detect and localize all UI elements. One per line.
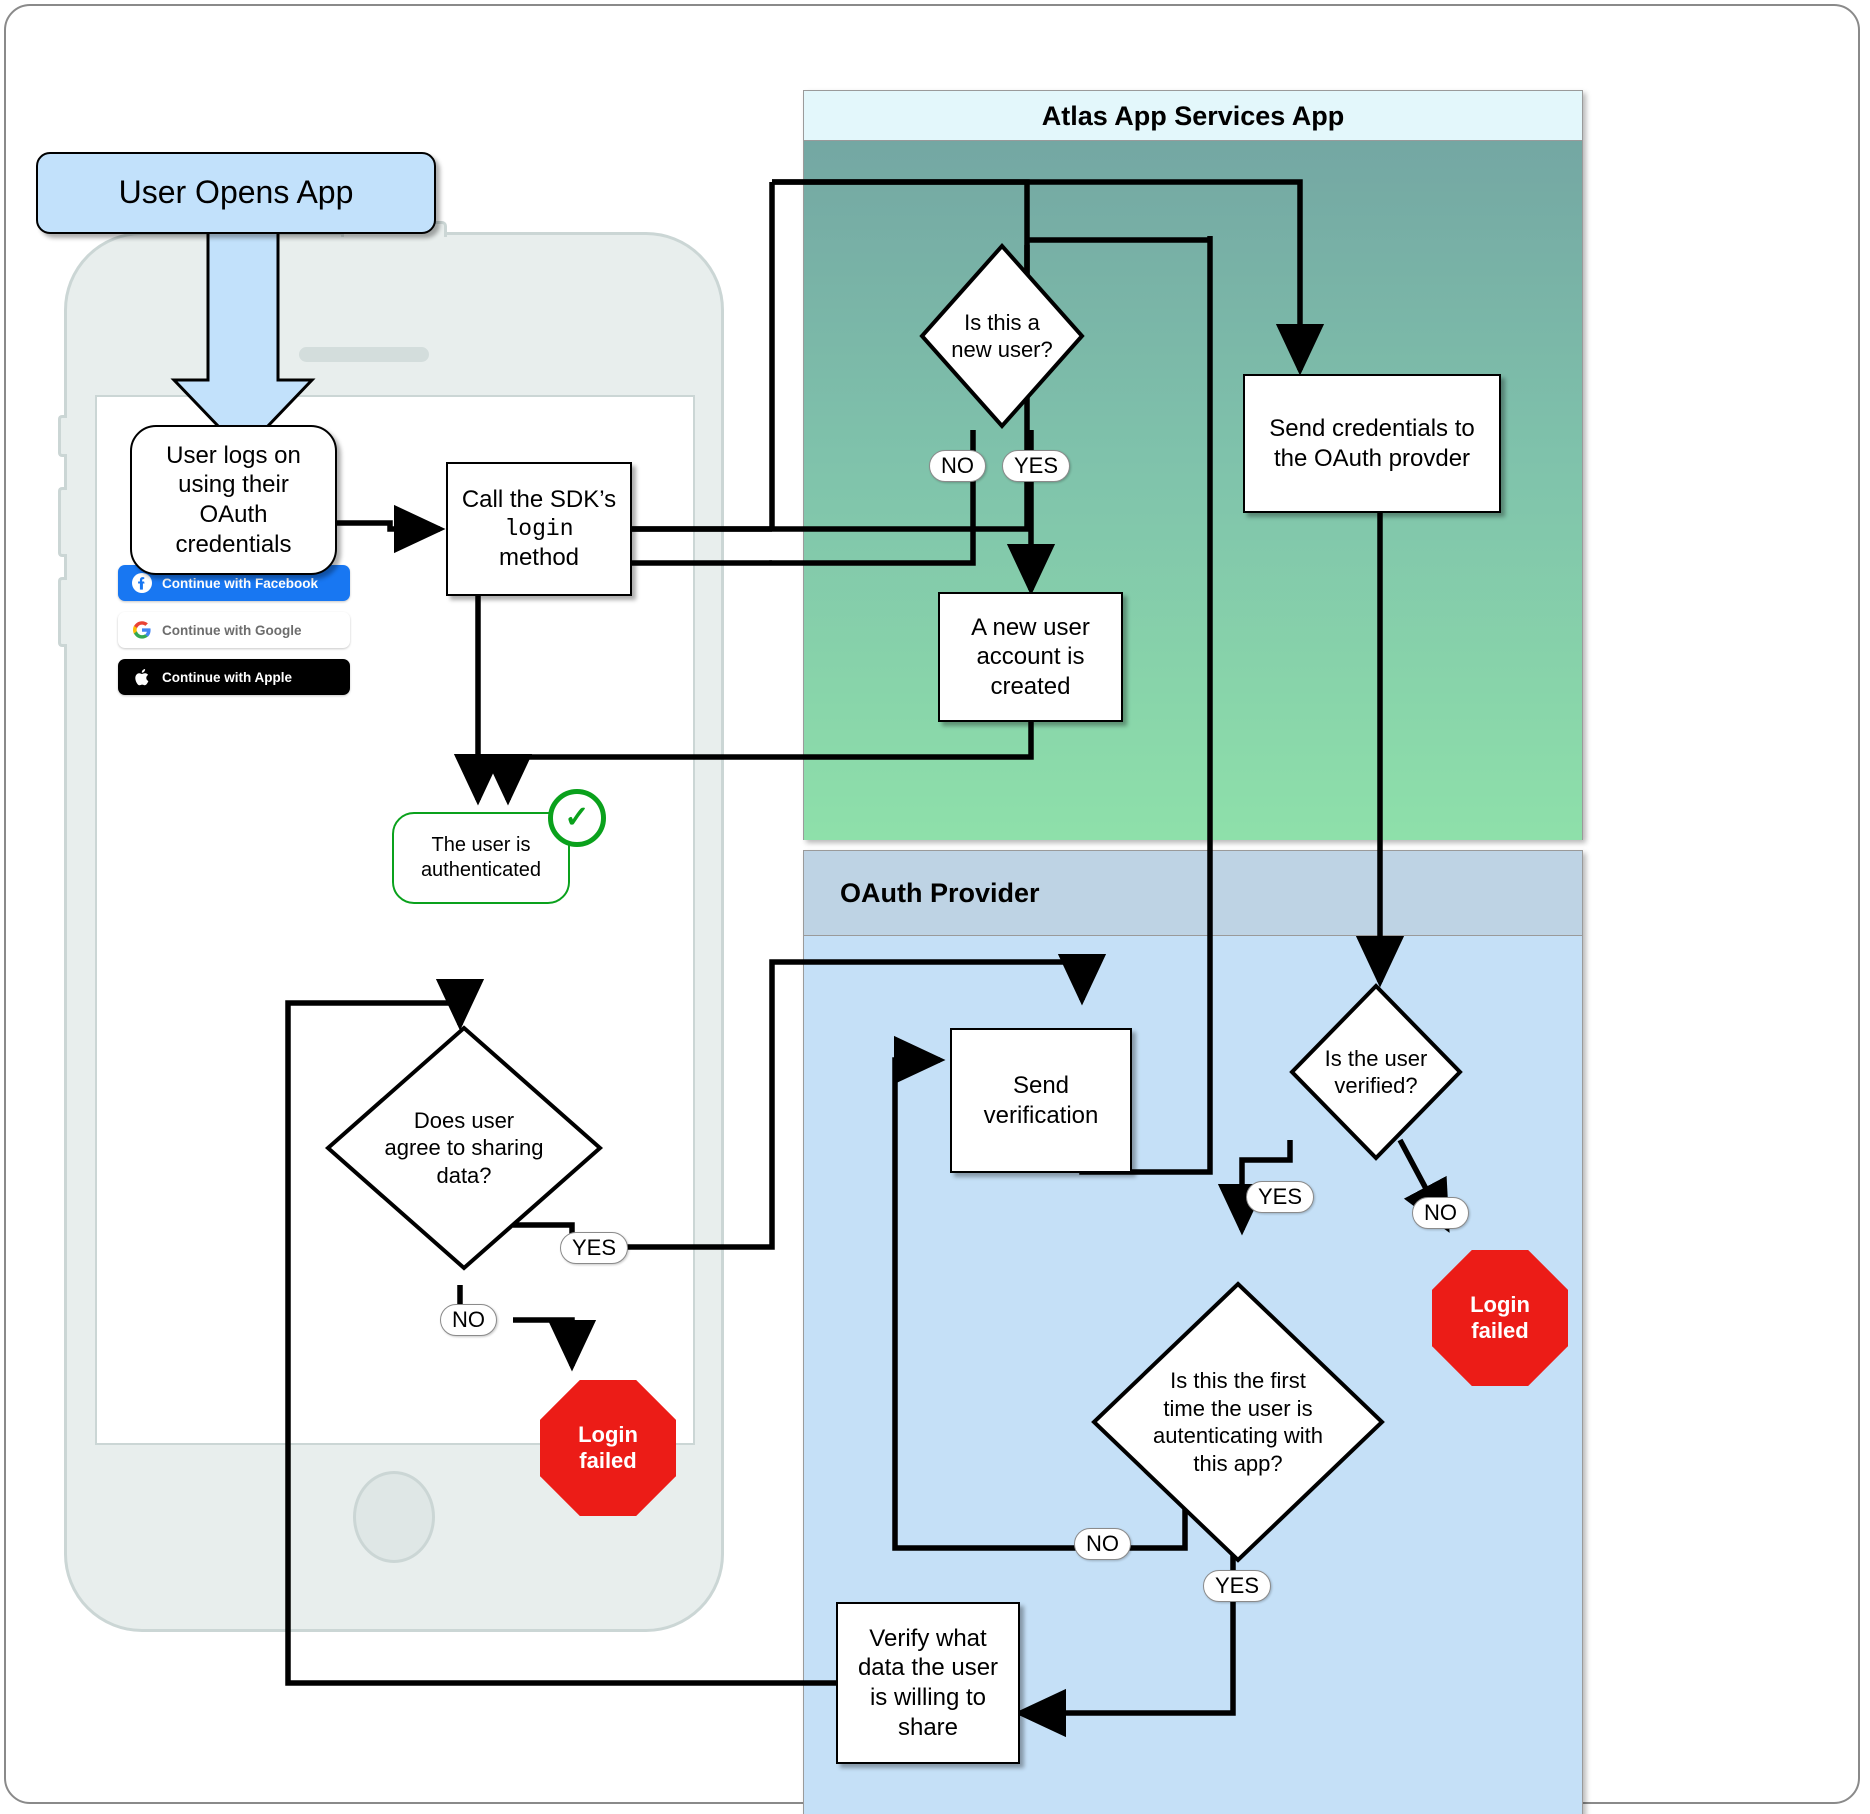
node-call-sdk-login-method: Call the SDK’s login method [446, 462, 632, 596]
facebook-icon [131, 572, 153, 594]
node-sdk-line3: method [498, 544, 580, 572]
decision-first-time-authenticating-label: Is this the first time the user is auten… [1153, 1368, 1323, 1476]
node-user-is-authenticated: The user is authenticated [392, 812, 570, 904]
node-sdk-code: login [504, 515, 574, 542]
continue-with-google-label: Continue with Google [162, 622, 302, 638]
node-send-credentials-label: Send credentials to the OAuth provder [1269, 414, 1475, 472]
stop-node-login-failed-phone-label: Login failed [578, 1421, 638, 1473]
decision-does-user-agree-label: Does user agree to sharing data? [384, 1107, 544, 1188]
stop-node-login-failed-oauth-label: Login failed [1470, 1291, 1530, 1343]
phone-volume-down-button [58, 577, 67, 647]
stop-node-login-failed-oauth: Login failed [1432, 1250, 1568, 1386]
google-icon [131, 619, 153, 641]
phone-mute-switch [58, 415, 67, 457]
stop-node-login-failed-phone: Login failed [540, 1380, 676, 1516]
apple-icon [131, 666, 153, 688]
decision-does-user-agree-to-sharing-data: Does user agree to sharing data? [328, 1028, 600, 1268]
edge-label-new-user-no: NO [929, 450, 986, 482]
node-send-verification: Send verification [950, 1028, 1132, 1173]
continue-with-apple-label: Continue with Apple [162, 669, 292, 685]
start-node-label: User Opens App [118, 174, 354, 211]
diagram-canvas: Continue with Facebook Continue with Goo… [0, 0, 1870, 1814]
edge-label-agree-yes: YES [560, 1232, 629, 1264]
social-login-button-group: Continue with Facebook Continue with Goo… [118, 565, 350, 706]
node-sdk-line1: Call the SDK’s [461, 486, 617, 514]
phone-earpiece-speaker [299, 347, 429, 362]
check-icon: ✓ [548, 789, 606, 847]
phone-front-camera-icon [263, 349, 276, 362]
edge-label-verified-yes: YES [1246, 1181, 1315, 1213]
node-send-verification-label: Send verification [983, 1071, 1099, 1129]
phone-home-button[interactable] [353, 1471, 435, 1563]
decision-is-this-a-new-user-label: Is this a new user? [951, 309, 1053, 363]
node-new-user-account-created-label: A new user account is created [971, 613, 1090, 700]
start-node-user-opens-app: User Opens App [36, 152, 436, 234]
node-verify-data-user-willing-to-share: Verify what data the user is willing to … [836, 1602, 1020, 1764]
edge-label-verified-no: NO [1412, 1197, 1469, 1229]
continue-with-apple-button[interactable]: Continue with Apple [118, 659, 350, 695]
decision-is-this-a-new-user: Is this a new user? [922, 246, 1082, 426]
node-send-credentials-to-oauth-provider: Send credentials to the OAuth provder [1243, 374, 1501, 513]
decision-first-time-authenticating: Is this the first time the user is auten… [1094, 1284, 1382, 1560]
continue-with-facebook-label: Continue with Facebook [162, 575, 319, 591]
node-user-logs-on-label: User logs on using their OAuth credentia… [166, 441, 301, 558]
decision-is-the-user-verified-label: Is the user verified? [1324, 1045, 1428, 1099]
phone-volume-up-button [58, 487, 67, 557]
edge-label-agree-no: NO [440, 1304, 497, 1336]
swimlane-oauth-header: OAuth Provider [804, 851, 1582, 936]
node-verify-data-label: Verify what data the user is willing to … [857, 1624, 999, 1741]
continue-with-google-button[interactable]: Continue with Google [118, 612, 350, 648]
swimlane-atlas-header: Atlas App Services App [804, 91, 1582, 141]
node-user-logs-on: User logs on using their OAuth credentia… [130, 425, 337, 575]
edge-label-first-time-yes: YES [1203, 1570, 1272, 1602]
decision-is-the-user-verified: Is the user verified? [1292, 986, 1460, 1158]
edge-label-first-time-no: NO [1074, 1528, 1131, 1560]
node-user-is-authenticated-label: The user is authenticated [420, 834, 542, 881]
edge-label-new-user-yes: YES [1002, 450, 1071, 482]
node-new-user-account-created: A new user account is created [938, 592, 1123, 722]
